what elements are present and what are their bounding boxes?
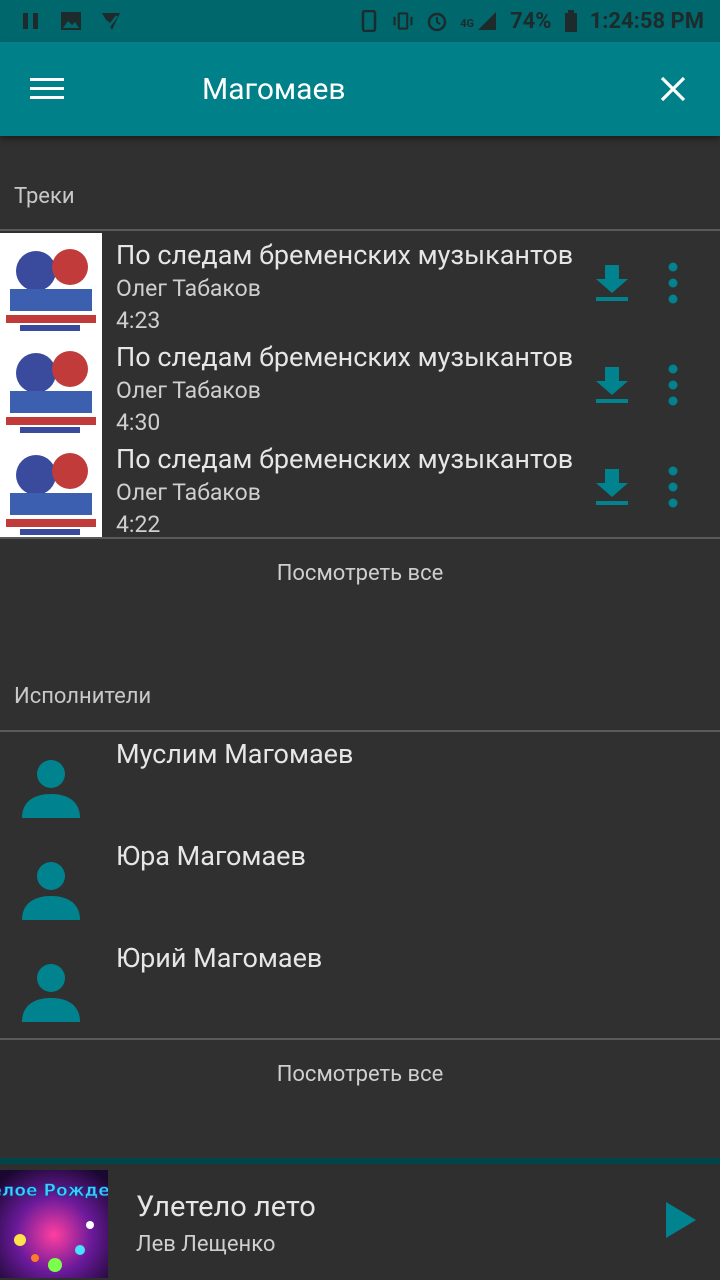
divider [0, 229, 720, 231]
alarm-icon [428, 12, 447, 32]
now-playing-title: Улетело лето [136, 1190, 316, 1224]
see-all-tracks-button[interactable]: Посмотреть все [0, 561, 720, 586]
artist-row[interactable]: Юрий Магомаев [0, 938, 720, 1040]
track-row[interactable]: По следам бременских музыкантов Олег Таб… [0, 233, 720, 335]
download-icon[interactable] [590, 363, 634, 407]
album-art-image [0, 335, 102, 437]
album-art-image [0, 233, 102, 335]
now-playing-artist: Лев Лещенко [136, 1232, 276, 1257]
person-icon [22, 964, 80, 1022]
track-artist: Олег Табаков [116, 377, 261, 404]
page-title: Магомаев [202, 71, 346, 107]
track-title: По следам бременских музыкантов [116, 341, 574, 373]
track-title: По следам бременских музыкантов [116, 443, 574, 475]
track-row[interactable]: По следам бременских музыкантов Олег Таб… [0, 335, 720, 437]
menu-button[interactable] [0, 42, 94, 136]
close-icon [660, 76, 686, 102]
more-options-icon[interactable] [656, 261, 690, 305]
status-bar: 4G 74% 1:24:58 PM [0, 0, 720, 42]
download-icon[interactable] [590, 261, 634, 305]
person-icon [22, 862, 80, 920]
person-icon [22, 760, 80, 818]
close-button[interactable] [626, 42, 720, 136]
app-bar: Магомаев [0, 42, 720, 136]
track-duration: 4:22 [116, 511, 161, 538]
download-icon[interactable] [590, 465, 634, 509]
battery-percent: 74% [510, 8, 552, 34]
track-duration: 4:23 [116, 307, 161, 334]
divider [0, 1038, 720, 1040]
clock: 1:24:58 PM [589, 8, 704, 34]
artist-name: Юра Магомаев [116, 840, 306, 872]
tracks-section-header: Треки [14, 184, 75, 209]
artist-name: Муслим Магомаев [116, 738, 354, 770]
network-type-label: 4G [460, 16, 475, 30]
track-duration: 4:30 [116, 409, 161, 436]
track-row[interactable]: По следам бременских музыкантов Олег Таб… [0, 437, 720, 539]
hamburger-menu-icon [30, 78, 64, 99]
mini-player[interactable]: Весёлое Рождество Улетело лето Лев Лещен… [0, 1158, 720, 1280]
album-art-image [0, 437, 102, 539]
signal-icon [478, 12, 497, 30]
artist-row[interactable]: Юра Магомаев [0, 836, 720, 938]
see-all-artists-button[interactable]: Посмотреть все [0, 1062, 720, 1087]
more-options-icon[interactable] [656, 465, 690, 509]
divider [0, 537, 720, 539]
vibrate-icon [393, 12, 413, 30]
battery-icon [564, 10, 577, 32]
image-icon [61, 12, 81, 30]
track-title: По следам бременских музыкантов [116, 239, 574, 271]
cover-title-text: Весёлое Рождество [0, 1181, 108, 1201]
track-artist: Олег Табаков [116, 479, 261, 506]
more-options-icon[interactable] [656, 363, 690, 407]
divider [0, 730, 720, 732]
artist-name: Юрий Магомаев [116, 942, 323, 974]
app-notification-icon [102, 13, 120, 30]
phone-icon [362, 10, 377, 32]
track-artist: Олег Табаков [116, 275, 261, 302]
pause-icon [23, 13, 38, 29]
play-icon[interactable] [660, 1198, 700, 1242]
now-playing-cover-image: Весёлое Рождество [0, 1170, 108, 1278]
artists-section-header: Исполнители [14, 684, 152, 709]
artist-row[interactable]: Муслим Магомаев [0, 734, 720, 836]
